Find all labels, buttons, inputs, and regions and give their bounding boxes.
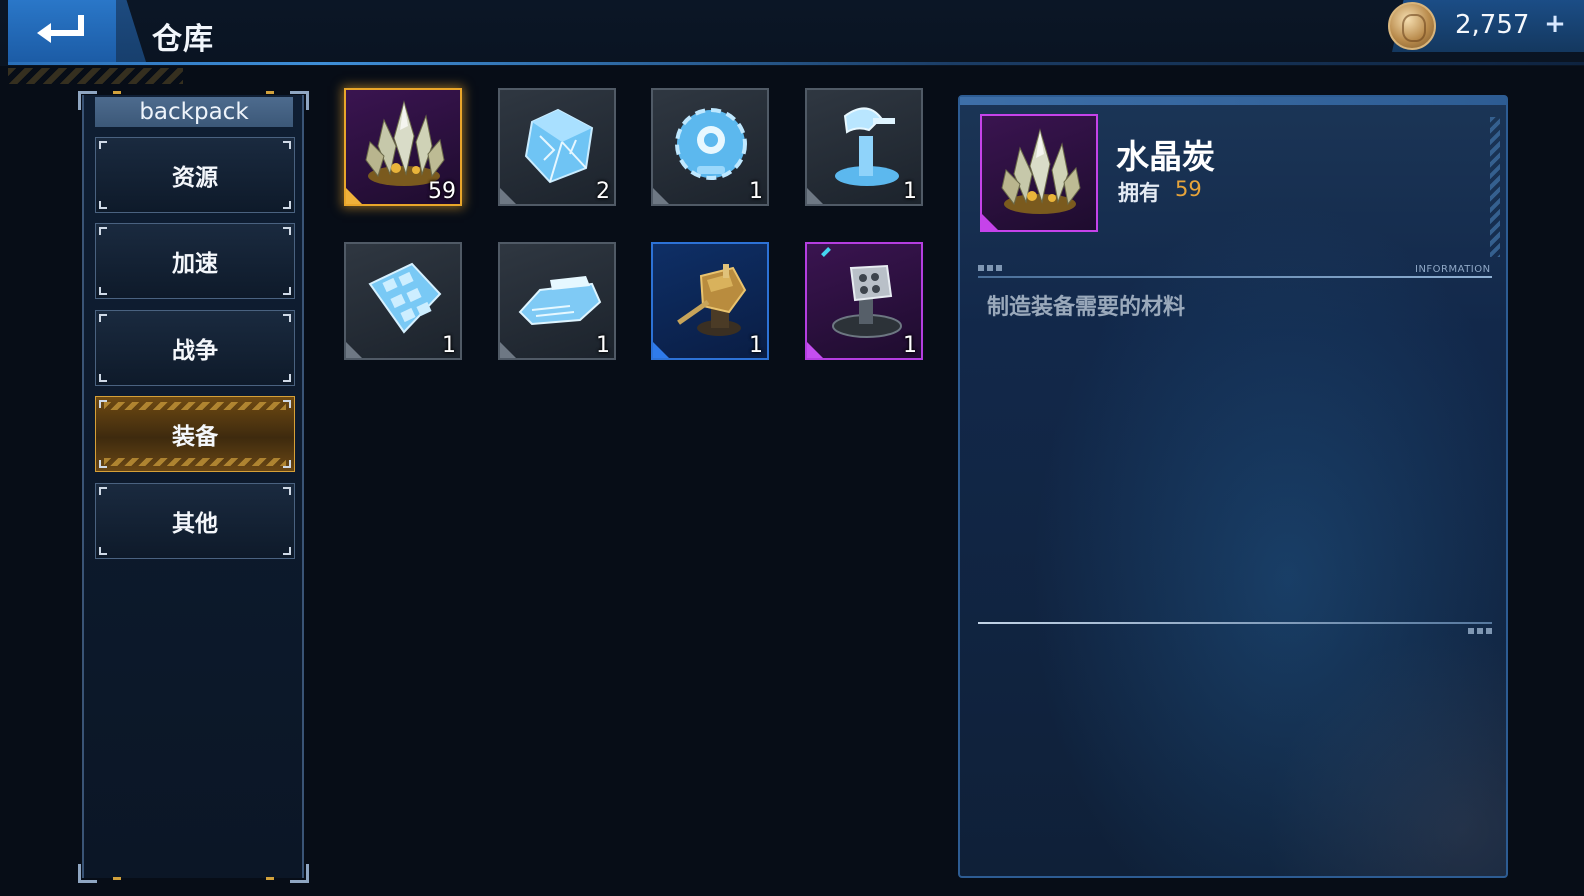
item-slot-cube[interactable]: 2 [498, 88, 616, 206]
backpack-label: backpack [95, 97, 293, 127]
owned-label: 拥有 [1118, 181, 1160, 205]
information-tag: INFORMATION [1415, 264, 1491, 275]
item-quantity: 59 [428, 179, 456, 204]
panel-top-accent [960, 97, 1506, 105]
item-quantity: 1 [596, 333, 610, 358]
tab-war[interactable]: 战争 [95, 310, 295, 386]
tab-equipment[interactable]: 装备 [95, 396, 295, 472]
blue-gear-core-icon [675, 108, 747, 180]
panel-tick [266, 877, 274, 880]
tab-label: 资源 [172, 165, 218, 191]
grey-missile-turret-icon [832, 264, 902, 338]
divider-dots [1468, 628, 1492, 634]
panel-tick [113, 91, 121, 94]
blue-radar-dish-icon [835, 107, 899, 186]
item-quantity: 1 [749, 333, 763, 358]
panel-corner [290, 864, 309, 883]
tab-label: 加速 [172, 251, 218, 277]
back-button[interactable] [8, 0, 116, 62]
tab-other[interactable]: 其他 [95, 483, 295, 559]
tab-speedup[interactable]: 加速 [95, 223, 295, 299]
crystal-cluster-icon [1001, 128, 1081, 214]
tab-label: 装备 [172, 424, 218, 450]
item-name: 水晶炭 [1116, 137, 1215, 176]
item-slot-missile-turret[interactable]: 1 [805, 242, 923, 360]
item-quantity: 2 [596, 179, 610, 204]
panel-corner [78, 864, 97, 883]
top-bar-underline [8, 62, 1584, 65]
item-slot-gear-core[interactable]: 1 [651, 88, 769, 206]
info-divider-top [978, 276, 1492, 278]
item-slot-armor-plate[interactable]: 1 [344, 242, 462, 360]
info-divider-bottom [978, 622, 1492, 624]
page-title: 仓库 [152, 22, 214, 57]
owned-value: 59 [1175, 177, 1202, 201]
item-description: 制造装备需要的材料 [987, 295, 1186, 320]
item-quantity: 1 [749, 179, 763, 204]
blue-engine-pod-icon [518, 276, 602, 326]
gold-cannon-turret-icon [677, 264, 747, 336]
divider-dots [978, 265, 1002, 271]
add-gold-button[interactable]: + [1540, 6, 1570, 42]
tab-resources[interactable]: 资源 [95, 137, 295, 213]
return-arrow-icon [37, 15, 84, 43]
item-slot-cannon-turret[interactable]: 1 [651, 242, 769, 360]
item-slot-radar[interactable]: 1 [805, 88, 923, 206]
top-bar [0, 0, 1584, 66]
item-slot-crystal[interactable]: 59 [344, 88, 462, 206]
item-slot-engine-pod[interactable]: 1 [498, 242, 616, 360]
item-quantity: 1 [903, 333, 917, 358]
gold-amount: 2,757 [1455, 10, 1530, 40]
item-quantity: 1 [903, 179, 917, 204]
panel-hatch [1490, 117, 1500, 257]
item-quantity: 1 [442, 333, 456, 358]
tab-label: 战争 [172, 338, 218, 364]
blue-cube-crystal-icon [524, 108, 594, 184]
crystal-cluster-icon [365, 100, 445, 186]
blue-armor-plate-icon [368, 262, 442, 334]
panel-tick [113, 877, 121, 880]
tab-label: 其他 [172, 511, 218, 537]
panel-tick [266, 91, 274, 94]
hazard-stripe [8, 68, 183, 84]
gold-coin-icon [1388, 2, 1436, 50]
detail-item-icon [980, 114, 1098, 232]
